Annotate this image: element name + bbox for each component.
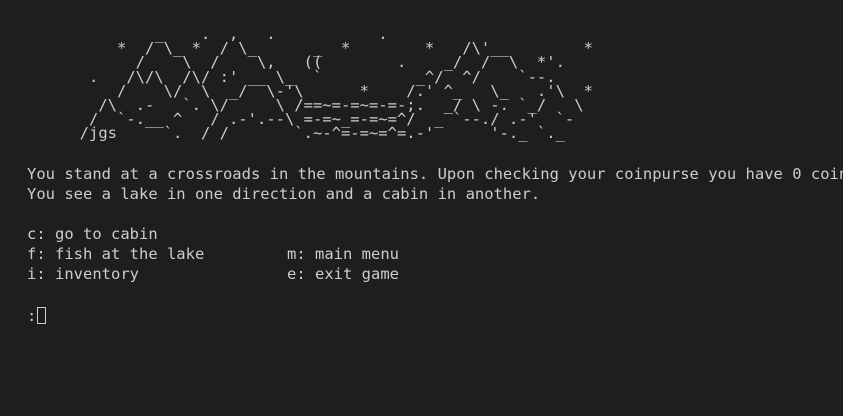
text-cursor[interactable]: [37, 307, 47, 325]
menu-row-1: c: go to cabin: [27, 224, 843, 244]
input-prompt[interactable]: :: [27, 306, 843, 326]
menu-option-exit: e: exit game: [287, 264, 399, 283]
mountain-ascii-art: _ . , . . * / \_ * / \_ _ * * /\'__ * / …: [33, 26, 843, 143]
terminal-window[interactable]: _ . , . . * / \_ * / \_ _ * * /\'__ * / …: [0, 0, 843, 416]
story-line-crossroads: You stand at a crossroads in the mountai…: [27, 164, 843, 183]
menu-row-3: i: inventory e: exit game: [27, 264, 843, 284]
menu-option-inventory: i: inventory: [27, 264, 139, 283]
prompt-symbol: :: [27, 306, 37, 325]
ascii-line: /jgs `. / / `.~-^=-=~=^=.-' '-._ `._: [33, 124, 565, 143]
menu-option-fish: f: fish at the lake: [27, 244, 205, 263]
menu-option-cabin: c: go to cabin: [27, 224, 158, 243]
menu-option-main-menu: m: main menu: [287, 244, 399, 263]
menu-row-2: f: fish at the lake m: main menu: [27, 244, 843, 264]
story-line-lake-cabin: You see a lake in one direction and a ca…: [27, 184, 541, 203]
